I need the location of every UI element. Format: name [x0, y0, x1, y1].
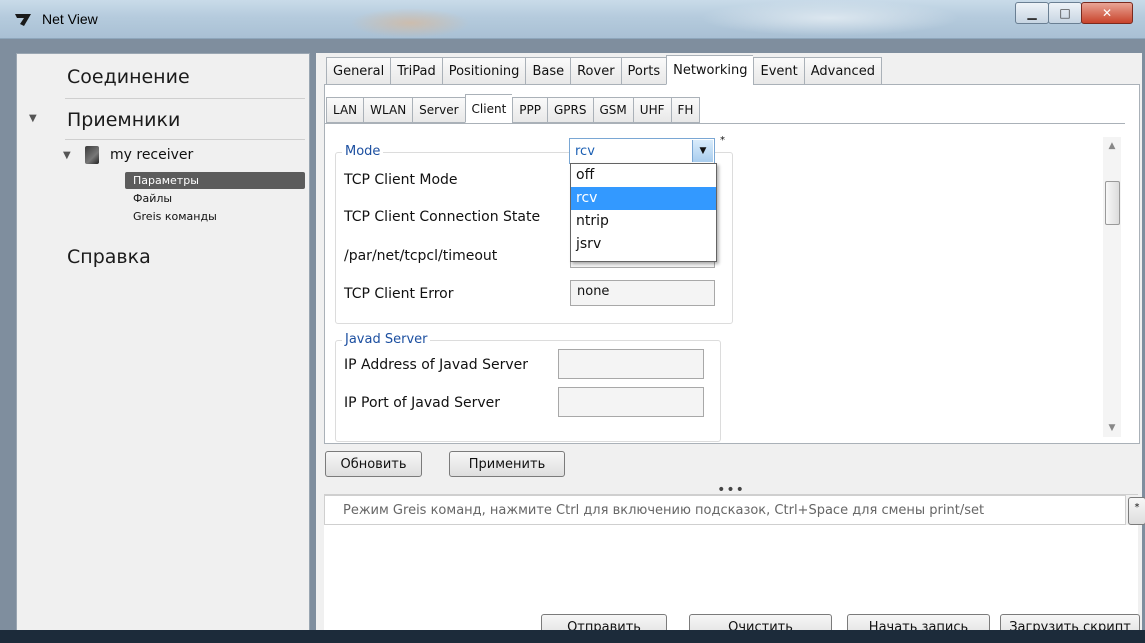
- tab-rover[interactable]: Rover: [570, 57, 621, 85]
- tcp-client-mode-select[interactable]: rcv ▼: [569, 138, 715, 164]
- divider: [65, 98, 305, 99]
- apply-button[interactable]: Применить: [449, 451, 565, 477]
- nav-receivers[interactable]: Приемники: [67, 109, 180, 131]
- tab-lan[interactable]: LAN: [326, 97, 364, 123]
- content-scrollbar[interactable]: ▲ ▼: [1103, 137, 1121, 437]
- chevron-down-icon[interactable]: ▼: [692, 140, 713, 162]
- panel-splitter[interactable]: •••: [324, 482, 1138, 498]
- minimize-button[interactable]: ▁: [1015, 2, 1049, 24]
- minimize-icon: ▁: [1027, 6, 1037, 20]
- close-button[interactable]: ✕: [1081, 2, 1133, 24]
- modified-marker: *: [720, 135, 725, 146]
- refresh-button[interactable]: Обновить: [325, 451, 422, 477]
- tcp-client-timeout-label: /par/net/tcpcl/timeout: [344, 248, 498, 264]
- javad-ip-port-label: IP Port of Javad Server: [344, 395, 500, 411]
- tcp-client-connection-state-label: TCP Client Connection State: [344, 209, 541, 225]
- collapse-arrow-icon[interactable]: ▼: [29, 113, 37, 124]
- tab-client[interactable]: Client: [464, 94, 513, 123]
- dropdown-option-ntrip[interactable]: ntrip: [571, 210, 716, 233]
- tcp-client-error-value: none: [577, 284, 610, 299]
- divider: [65, 139, 305, 140]
- tcp-client-error-field: none: [570, 280, 715, 306]
- scroll-down-icon[interactable]: ▼: [1103, 419, 1121, 437]
- receiver-item[interactable]: my receiver: [110, 147, 193, 163]
- main-tabs: General TriPad Positioning Base Rover Po…: [326, 55, 882, 85]
- nav-item-parameters[interactable]: Параметры: [125, 172, 305, 189]
- tab-uhf[interactable]: UHF: [632, 97, 671, 123]
- tab-tripad[interactable]: TriPad: [390, 57, 442, 85]
- maximize-icon: □: [1059, 6, 1071, 20]
- scroll-up-icon[interactable]: ▲: [1103, 137, 1121, 155]
- receiver-icon: [85, 146, 99, 164]
- tab-gsm[interactable]: GSM: [592, 97, 633, 123]
- dropdown-option-rcv[interactable]: rcv: [571, 187, 716, 210]
- tab-base[interactable]: Base: [525, 57, 571, 85]
- greis-command-input[interactable]: Режим Greis команд, нажмите Ctrl для вкл…: [324, 495, 1126, 525]
- left-navigation: Соединение ▼ Приемники ▼ my receiver Пар…: [16, 53, 310, 632]
- mode-group-title: Mode: [342, 144, 384, 159]
- tab-event[interactable]: Event: [753, 57, 804, 85]
- tab-gprs[interactable]: GPRS: [547, 97, 593, 123]
- command-options-button[interactable]: *: [1128, 497, 1145, 525]
- collapse-arrow-icon[interactable]: ▼: [63, 150, 71, 161]
- titlebar-glass: [700, 0, 960, 36]
- nav-connection[interactable]: Соединение: [67, 66, 190, 88]
- tab-server[interactable]: Server: [412, 97, 465, 123]
- tab-ports[interactable]: Ports: [620, 57, 667, 85]
- javad-ip-address-label: IP Address of Javad Server: [344, 357, 528, 373]
- dropdown-option-jsrv[interactable]: jsrv: [571, 233, 716, 256]
- tab-positioning[interactable]: Positioning: [441, 57, 526, 85]
- tcp-client-mode-value: rcv: [575, 144, 595, 159]
- maximize-button[interactable]: □: [1048, 2, 1082, 24]
- taskbar-strip: [0, 630, 1145, 643]
- dropdown-option-off[interactable]: off: [571, 164, 716, 187]
- titlebar-glass: [350, 8, 470, 38]
- javad-ip-port-input[interactable]: [558, 387, 704, 417]
- networking-subtabs: LAN WLAN Server Client PPP GPRS GSM UHF …: [326, 94, 701, 123]
- tab-fh[interactable]: FH: [670, 97, 701, 123]
- client-settings-content: Mode TCP Client Mode TCP Client Connecti…: [325, 123, 1125, 442]
- nav-item-files[interactable]: Файлы: [125, 190, 305, 207]
- nav-help[interactable]: Справка: [67, 246, 151, 268]
- tcp-client-mode-dropdown: off rcv ntrip jsrv: [570, 163, 717, 262]
- scrollbar-thumb[interactable]: [1105, 181, 1120, 225]
- tab-general[interactable]: General: [326, 57, 391, 85]
- tcp-client-mode-label: TCP Client Mode: [344, 172, 458, 188]
- tab-ppp[interactable]: PPP: [512, 97, 547, 123]
- nav-item-greis-commands[interactable]: Greis команды: [125, 208, 305, 225]
- window-titlebar: Net View ▁ □ ✕: [0, 0, 1145, 39]
- tcp-client-error-label: TCP Client Error: [344, 286, 454, 302]
- window-title: Net View: [42, 11, 98, 27]
- javad-server-group-title: Javad Server: [342, 332, 431, 347]
- javad-ip-address-input[interactable]: [558, 349, 704, 379]
- close-icon: ✕: [1101, 6, 1113, 20]
- tab-wlan[interactable]: WLAN: [363, 97, 413, 123]
- javad-logo-icon: [15, 14, 31, 26]
- window-controls: ▁ □ ✕: [1015, 2, 1133, 24]
- main-panel: General TriPad Positioning Base Rover Po…: [316, 53, 1145, 640]
- tab-networking[interactable]: Networking: [666, 55, 754, 85]
- tab-advanced[interactable]: Advanced: [803, 57, 882, 85]
